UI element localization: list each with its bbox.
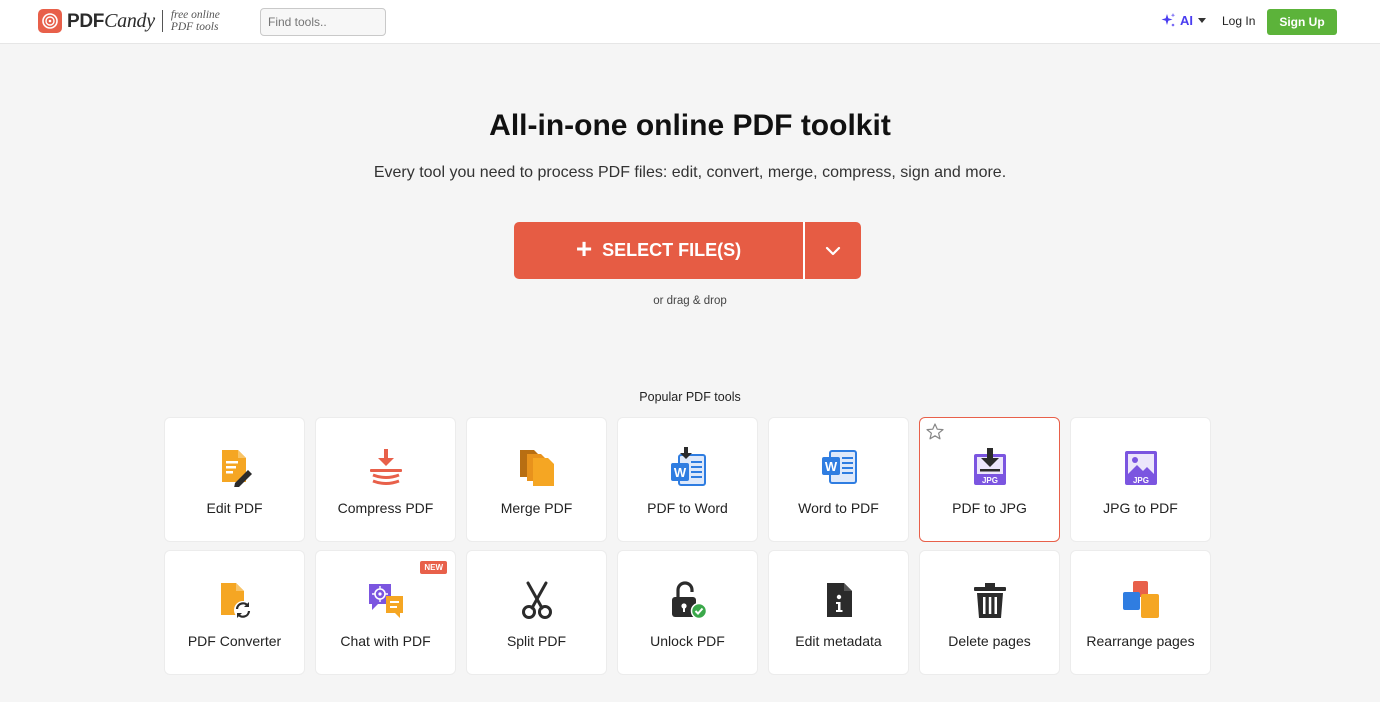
page-title: All-in-one online PDF toolkit — [489, 109, 891, 142]
tool-card-pdf-converter[interactable]: PDF Converter — [164, 550, 305, 675]
tool-label: Edit PDF — [206, 500, 263, 516]
tool-card-edit-pdf[interactable]: Edit PDF — [164, 417, 305, 542]
rearrange-icon — [1120, 579, 1162, 621]
svg-text:W: W — [824, 459, 837, 474]
search-tools-input[interactable] — [260, 8, 386, 36]
tool-label: Unlock PDF — [650, 633, 725, 649]
select-files-group: + SELECT FILE(S) — [514, 222, 861, 279]
tool-card-split-pdf[interactable]: Split PDF — [466, 550, 607, 675]
tool-card-unlock-pdf[interactable]: Unlock PDF — [617, 550, 758, 675]
tool-label: Merge PDF — [500, 500, 573, 516]
tool-card-rearrange-pages[interactable]: Rearrange pages — [1070, 550, 1211, 675]
tool-label: PDF to Word — [647, 500, 728, 516]
tool-label: Chat with PDF — [340, 633, 431, 649]
tool-label: Compress PDF — [337, 500, 434, 516]
word-icon: W — [818, 446, 860, 488]
tool-label: JPG to PDF — [1103, 500, 1178, 516]
tool-card-delete-pages[interactable]: Delete pages — [919, 550, 1060, 675]
tool-card-merge-pdf[interactable]: Merge PDF — [466, 417, 607, 542]
chat-icon — [365, 579, 407, 621]
tool-card-chat-with-pdf[interactable]: NEW Chat with PDF — [315, 550, 456, 675]
tool-card-pdf-to-word[interactable]: W PDF to Word — [617, 417, 758, 542]
merge-icon — [516, 446, 558, 488]
login-link[interactable]: Log In — [1222, 14, 1255, 28]
pdf-to-jpg-icon: JPG — [969, 446, 1011, 488]
tools-grid: Edit PDF Compress PDF Merge PDF W PDF to… — [164, 417, 1212, 675]
tool-label: Split PDF — [506, 633, 567, 649]
unlock-icon — [667, 579, 709, 621]
tool-label: Delete pages — [948, 633, 1031, 649]
edit-pdf-icon — [214, 446, 256, 488]
logo-wordmark: PDFCandy — [67, 9, 155, 32]
svg-text:JPG: JPG — [1132, 476, 1148, 485]
tool-label: Word to PDF — [798, 500, 879, 516]
converter-icon — [214, 579, 256, 621]
top-bar: PDFCandy free online PDF tools AI Log In… — [0, 0, 1380, 44]
logo-divider — [161, 10, 163, 32]
tool-card-jpg-to-pdf[interactable]: JPG JPG to PDF — [1070, 417, 1211, 542]
tool-label: Rearrange pages — [1086, 633, 1195, 649]
new-badge: NEW — [420, 561, 447, 574]
tool-card-word-to-pdf[interactable]: W Word to PDF — [768, 417, 909, 542]
select-files-label: SELECT FILE(S) — [602, 240, 742, 260]
ai-label: AI — [1180, 12, 1193, 28]
tool-label: PDF Converter — [187, 633, 282, 649]
upload-source-dropdown-button[interactable] — [805, 222, 861, 279]
tool-card-edit-metadata[interactable]: Edit metadata — [768, 550, 909, 675]
chevron-down-icon — [825, 246, 841, 255]
svg-text:JPG: JPG — [981, 476, 997, 485]
compress-icon — [365, 446, 407, 488]
tool-card-compress-pdf[interactable]: Compress PDF — [315, 417, 456, 542]
tool-label: PDF to JPG — [952, 500, 1027, 516]
select-files-button[interactable]: + SELECT FILE(S) — [514, 222, 803, 279]
sparkle-icon — [1161, 13, 1176, 27]
favorite-star-icon[interactable] — [925, 422, 945, 447]
candy-logo-icon — [38, 9, 62, 33]
logo-tagline: free online PDF tools — [170, 9, 220, 33]
trash-icon — [969, 579, 1011, 621]
pdf-to-word-icon: W — [667, 446, 709, 488]
plus-icon: + — [575, 233, 593, 264]
jpg-image-icon: JPG — [1120, 446, 1162, 488]
svg-text:W: W — [673, 465, 686, 480]
info-file-icon — [818, 579, 860, 621]
page-subtitle: Every tool you need to process PDF files… — [373, 164, 1007, 181]
pdfcandy-logo[interactable]: PDFCandy free online PDF tools — [38, 9, 220, 33]
tool-label: Edit metadata — [795, 633, 882, 649]
chevron-down-icon — [1198, 17, 1206, 23]
ai-menu-button[interactable]: AI — [1160, 12, 1206, 28]
drag-drop-hint: or drag & drop — [653, 295, 727, 307]
signup-button[interactable]: Sign Up — [1267, 9, 1337, 35]
scissors-icon — [516, 579, 558, 621]
popular-tools-heading: Popular PDF tools — [639, 390, 741, 404]
tool-card-pdf-to-jpg[interactable]: JPG PDF to JPG — [919, 417, 1060, 542]
